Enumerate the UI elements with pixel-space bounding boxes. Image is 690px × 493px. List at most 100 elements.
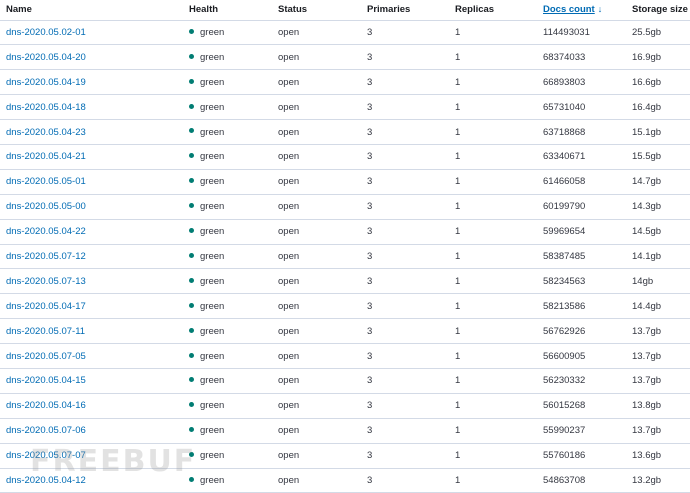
index-name-cell: dns-2020.05.07-13 <box>0 268 183 295</box>
index-name-link[interactable]: dns-2020.05.07-05 <box>6 351 86 362</box>
index-name-link[interactable]: dns-2020.05.04-18 <box>6 102 86 113</box>
column-header-primaries[interactable]: Primaries <box>361 0 449 21</box>
table-row: dns-2020.05.07-12 green open 3 1 58387485 14.1… <box>0 244 690 270</box>
index-name-link[interactable]: dns-2020.05.05-00 <box>6 201 86 212</box>
health-label: green <box>200 325 225 337</box>
health-label: green <box>200 76 225 88</box>
arrow-down-icon: ↓ <box>597 4 603 15</box>
index-name-link[interactable]: dns-2020.05.04-17 <box>6 301 86 312</box>
health-label: green <box>200 250 225 262</box>
index-name-link[interactable]: dns-2020.05.07-11 <box>6 326 85 337</box>
status-cell: open <box>272 119 361 145</box>
health-cell: green <box>183 144 272 170</box>
table-row: dns-2020.05.04-18 green open 3 1 65731040 16.4… <box>0 94 690 121</box>
index-name-link[interactable]: dns-2020.05.05-01 <box>6 176 86 187</box>
index-name-link[interactable]: dns-2020.05.07-13 <box>6 276 86 287</box>
health-cell: green <box>183 443 272 469</box>
health-status-dot-icon <box>189 128 194 134</box>
replicas-cell: 1 <box>449 468 537 493</box>
primaries-cell: 3 <box>361 368 449 394</box>
table-row: dns-2020.05.02-01 green open 3 1 114493031 25.… <box>0 20 690 46</box>
health-label: green <box>200 126 225 138</box>
primaries-cell: 3 <box>361 94 449 121</box>
docs-count-cell: 68374033 <box>537 44 626 71</box>
replicas-cell: 1 <box>449 393 537 419</box>
indices-table: Name Health Status Primaries Replicas Do… <box>0 0 690 493</box>
storage-size-cell: 13.7gb <box>626 418 690 444</box>
docs-count-cell: 56015268 <box>537 393 626 419</box>
primaries-cell: 3 <box>361 293 449 320</box>
health-status-dot-icon <box>189 427 194 433</box>
health-status-dot-icon <box>189 153 194 159</box>
index-name-link[interactable]: dns-2020.05.07-12 <box>6 251 86 262</box>
replicas-cell: 1 <box>449 418 537 444</box>
primaries-cell: 3 <box>361 318 449 345</box>
storage-size-cell: 14.3gb <box>626 194 690 220</box>
index-name-cell: dns-2020.05.04-17 <box>0 293 183 320</box>
column-header-status[interactable]: Status <box>272 0 361 21</box>
primaries-cell: 3 <box>361 468 449 493</box>
docs-count-label: Docs count <box>543 4 595 16</box>
storage-size-cell: 13.7gb <box>626 318 690 345</box>
index-name-link[interactable]: dns-2020.05.04-15 <box>6 375 86 386</box>
index-name-link[interactable]: dns-2020.05.04-19 <box>6 77 86 88</box>
index-name-link[interactable]: dns-2020.05.04-22 <box>6 226 86 237</box>
table-row: dns-2020.05.05-00 green open 3 1 60199790 14.3… <box>0 194 690 220</box>
replicas-cell: 1 <box>449 368 537 394</box>
health-status-dot-icon <box>189 352 194 358</box>
health-cell: green <box>183 293 272 320</box>
table-row: dns-2020.05.07-05 green open 3 1 56600905 13.7… <box>0 343 690 369</box>
column-header-replicas[interactable]: Replicas <box>449 0 537 21</box>
column-header-storage-size[interactable]: Storage size <box>626 0 690 21</box>
index-name-cell: dns-2020.05.05-00 <box>0 194 183 220</box>
index-name-link[interactable]: dns-2020.05.04-16 <box>6 400 86 411</box>
health-cell: green <box>183 119 272 145</box>
index-name-link[interactable]: dns-2020.05.04-12 <box>6 475 86 486</box>
docs-count-cell: 54863708 <box>537 468 626 493</box>
primaries-cell: 3 <box>361 119 449 145</box>
primaries-cell: 3 <box>361 69 449 96</box>
health-status-dot-icon <box>189 327 194 333</box>
health-cell: green <box>183 368 272 394</box>
storage-size-cell: 16.6gb <box>626 69 690 96</box>
index-name-link[interactable]: dns-2020.05.04-21 <box>6 151 86 162</box>
health-status-dot-icon <box>189 302 194 308</box>
index-name-link[interactable]: dns-2020.05.02-01 <box>6 27 86 38</box>
health-label: green <box>200 350 225 362</box>
status-cell: open <box>272 44 361 71</box>
index-name-link[interactable]: dns-2020.05.07-06 <box>6 425 86 436</box>
index-name-cell: dns-2020.05.07-11 <box>0 318 183 345</box>
status-cell: open <box>272 293 361 320</box>
storage-size-cell: 14gb <box>626 268 690 295</box>
primaries-cell: 3 <box>361 194 449 220</box>
index-name-cell: dns-2020.05.02-01 <box>0 20 183 46</box>
docs-count-cell: 56600905 <box>537 343 626 369</box>
index-name-cell: dns-2020.05.04-15 <box>0 368 183 394</box>
health-label: green <box>200 226 225 238</box>
column-header-docs-count[interactable]: Docs count ↓ <box>537 0 626 21</box>
replicas-cell: 1 <box>449 443 537 469</box>
table-row: dns-2020.05.04-19 green open 3 1 66893803 16.6… <box>0 69 690 96</box>
column-header-health[interactable]: Health <box>183 0 272 21</box>
table-body: dns-2020.05.02-01 green open 3 1 114493031 25.… <box>0 20 690 493</box>
index-name-link[interactable]: dns-2020.05.07-07 <box>6 450 86 461</box>
docs-count-cell: 58213586 <box>537 293 626 320</box>
replicas-cell: 1 <box>449 144 537 170</box>
column-header-name[interactable]: Name <box>0 0 183 21</box>
index-name-cell: dns-2020.05.04-23 <box>0 119 183 145</box>
index-name-link[interactable]: dns-2020.05.04-23 <box>6 127 86 138</box>
health-label: green <box>200 425 225 437</box>
status-cell: open <box>272 244 361 270</box>
primaries-cell: 3 <box>361 268 449 295</box>
index-name-link[interactable]: dns-2020.05.04-20 <box>6 52 86 63</box>
index-name-cell: dns-2020.05.04-16 <box>0 393 183 419</box>
replicas-cell: 1 <box>449 44 537 71</box>
replicas-cell: 1 <box>449 119 537 145</box>
health-label: green <box>200 176 225 188</box>
health-cell: green <box>183 44 272 71</box>
status-cell: open <box>272 219 361 245</box>
primaries-cell: 3 <box>361 169 449 195</box>
health-status-dot-icon <box>189 178 194 184</box>
health-status-dot-icon <box>189 252 194 258</box>
storage-size-cell: 14.5gb <box>626 219 690 245</box>
